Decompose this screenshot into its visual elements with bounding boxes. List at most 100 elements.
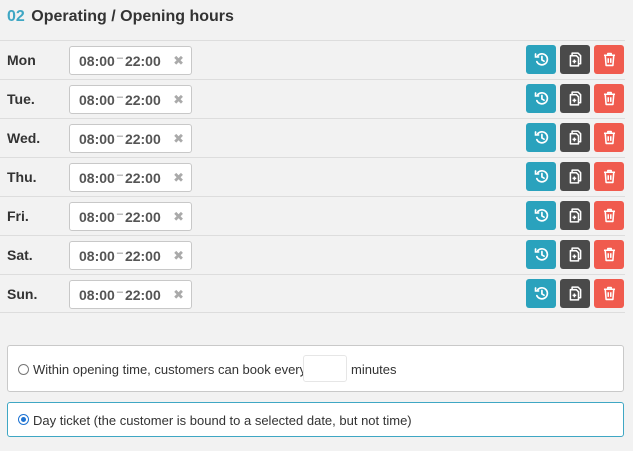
section-number: 02 [7,8,25,25]
copy-hours-button[interactable] [560,45,590,74]
open-time: 08:00 [79,52,115,69]
section-title: 02 Operating / Opening hours [7,8,234,26]
time-separator: – [116,168,123,181]
remove-time-icon[interactable]: ✖ [173,248,184,264]
clock-add-icon [533,246,550,263]
close-time: 22:00 [124,130,161,147]
copy-icon [567,207,584,224]
copy-icon [567,90,584,107]
day-label: Wed. [7,130,41,146]
open-time: 08:00 [79,91,115,108]
add-time-button[interactable] [526,123,556,152]
clock-add-icon [533,90,550,107]
time-range-chip[interactable]: 08:00–22:00 ✖ [69,280,192,309]
interval-booking-option[interactable]: Within opening time, customers can book … [7,345,624,392]
time-separator: – [116,285,123,298]
copy-hours-button[interactable] [560,279,590,308]
day-row: Sat. 08:00–22:00 ✖ [0,235,625,274]
remove-time-icon[interactable]: ✖ [173,92,184,108]
time-range-chip[interactable]: 08:00–22:00 ✖ [69,241,192,270]
day-label: Tue. [7,91,35,107]
remove-time-icon[interactable]: ✖ [173,287,184,303]
delete-day-button[interactable] [594,84,624,113]
copy-hours-button[interactable] [560,240,590,269]
time-separator: – [116,129,123,142]
trash-icon [601,246,618,263]
day-ticket-radio[interactable] [18,414,29,425]
day-label: Mon [7,52,36,68]
close-time: 22:00 [124,286,161,303]
trash-icon [601,51,618,68]
day-label: Sat. [7,247,33,263]
day-row: Thu. 08:00–22:00 ✖ [0,157,625,196]
interval-prefix: Within opening time, customers can book … [33,362,307,377]
add-time-button[interactable] [526,45,556,74]
day-label: Sun. [7,286,38,302]
interval-radio[interactable] [18,364,29,375]
delete-day-button[interactable] [594,123,624,152]
time-range-chip[interactable]: 08:00–22:00 ✖ [69,202,192,231]
time-range-chip[interactable]: 08:00–22:00 ✖ [69,163,192,192]
add-time-button[interactable] [526,162,556,191]
day-label: Thu. [7,169,37,185]
interval-suffix: minutes [351,362,397,377]
minutes-input[interactable] [303,355,347,382]
time-range-chip[interactable]: 08:00–22:00 ✖ [69,85,192,114]
day-row: Mon 08:00–22:00 ✖ [0,40,625,79]
copy-hours-button[interactable] [560,162,590,191]
trash-icon [601,285,618,302]
remove-time-icon[interactable]: ✖ [173,170,184,186]
add-time-button[interactable] [526,279,556,308]
open-time: 08:00 [79,208,115,225]
delete-day-button[interactable] [594,279,624,308]
time-separator: – [116,246,123,259]
copy-icon [567,246,584,263]
delete-day-button[interactable] [594,201,624,230]
day-row: Tue. 08:00–22:00 ✖ [0,79,625,118]
open-time: 08:00 [79,130,115,147]
clock-add-icon [533,51,550,68]
day-row: Fri. 08:00–22:00 ✖ [0,196,625,235]
copy-hours-button[interactable] [560,201,590,230]
copy-hours-button[interactable] [560,123,590,152]
time-separator: – [116,90,123,103]
section-title-text: Operating / Opening hours [31,8,234,25]
day-row: Wed. 08:00–22:00 ✖ [0,118,625,157]
time-range-chip[interactable]: 08:00–22:00 ✖ [69,46,192,75]
close-time: 22:00 [124,247,161,264]
day-ticket-option[interactable]: Day ticket (the customer is bound to a s… [7,402,624,437]
remove-time-icon[interactable]: ✖ [173,131,184,147]
trash-icon [601,207,618,224]
close-time: 22:00 [124,169,161,186]
open-time: 08:00 [79,169,115,186]
trash-icon [601,129,618,146]
add-time-button[interactable] [526,240,556,269]
remove-time-icon[interactable]: ✖ [173,53,184,69]
close-time: 22:00 [124,208,161,225]
close-time: 22:00 [124,52,161,69]
delete-day-button[interactable] [594,45,624,74]
day-row: Sun. 08:00–22:00 ✖ [0,274,625,313]
time-range-chip[interactable]: 08:00–22:00 ✖ [69,124,192,153]
copy-icon [567,51,584,68]
clock-add-icon [533,129,550,146]
close-time: 22:00 [124,91,161,108]
delete-day-button[interactable] [594,162,624,191]
clock-add-icon [533,207,550,224]
day-label: Fri. [7,208,29,224]
copy-icon [567,129,584,146]
copy-hours-button[interactable] [560,84,590,113]
time-separator: – [116,207,123,220]
add-time-button[interactable] [526,201,556,230]
open-time: 08:00 [79,247,115,264]
time-separator: – [116,51,123,64]
copy-icon [567,168,584,185]
add-time-button[interactable] [526,84,556,113]
trash-icon [601,90,618,107]
delete-day-button[interactable] [594,240,624,269]
clock-add-icon [533,285,550,302]
remove-time-icon[interactable]: ✖ [173,209,184,225]
copy-icon [567,285,584,302]
day-ticket-label: Day ticket (the customer is bound to a s… [33,413,412,428]
open-time: 08:00 [79,286,115,303]
